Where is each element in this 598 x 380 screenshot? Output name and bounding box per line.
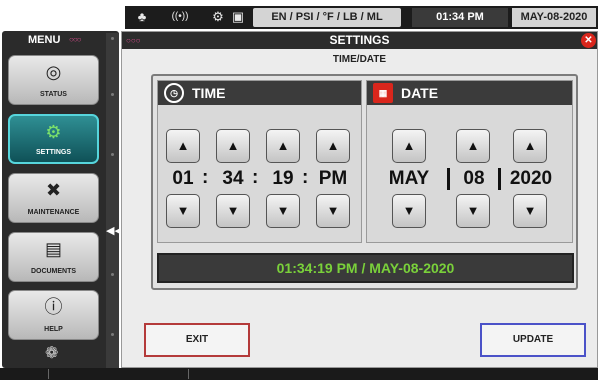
update-button[interactable]: UPDATE: [480, 323, 586, 357]
day-up-button[interactable]: ▲: [456, 129, 490, 163]
date-section-header: ▦ DATE: [367, 81, 572, 105]
status-time: 01:34 PM: [412, 8, 508, 27]
hour-value: 01: [172, 168, 194, 189]
time-separator: :: [302, 167, 309, 188]
date-section: ▦ DATE ▲ ▲ ▲ MAY 08 2020 ▼ ▼ ▼: [366, 80, 573, 243]
help-icon: ⓘ: [44, 297, 63, 317]
month-down-button[interactable]: ▼: [392, 194, 426, 228]
sidebar-item-label: MAINTENANCE: [27, 209, 80, 216]
sidebar-item-label: HELP: [44, 326, 63, 333]
cog-icon: ❁: [45, 345, 59, 362]
menu-title: MENU: [28, 34, 61, 46]
exit-button[interactable]: EXIT: [144, 323, 250, 357]
window-title: SETTINGS: [329, 33, 390, 47]
period-down-button[interactable]: ▼: [316, 194, 350, 228]
menu-header: MENU ○○○: [6, 33, 106, 47]
signal-icon: ((•)): [171, 11, 189, 22]
sidebar-item-status[interactable]: ◎ STATUS: [8, 55, 99, 105]
clock-icon: ◷: [164, 83, 184, 103]
year-down-button[interactable]: ▼: [513, 194, 547, 228]
sidebar-item-documents[interactable]: ▤ DOCUMENTS: [8, 232, 99, 282]
sidebar-item-label: DOCUMENTS: [30, 268, 77, 275]
hour-up-button[interactable]: ▲: [166, 129, 200, 163]
time-separator: :: [252, 167, 259, 188]
date-separator: [498, 168, 501, 190]
window-dots-icon: ○○○: [126, 36, 141, 45]
minute-value: 34: [222, 168, 244, 189]
status-date: MAY-08-2020: [512, 8, 596, 27]
gear-icon: ⚙: [45, 122, 62, 142]
second-down-button[interactable]: ▼: [266, 194, 300, 228]
month-up-button[interactable]: ▲: [392, 129, 426, 163]
time-date-panel: ◷ TIME ▲ ▲ ▲ ▲ 01 : 34 : 19 : PM ▼ ▼ ▼ ▼…: [151, 74, 578, 290]
sidebar-item-settings[interactable]: ⚙ SETTINGS: [8, 114, 99, 164]
document-icon: ▤: [44, 239, 62, 259]
settings-panel-icon: ▣: [231, 9, 245, 24]
day-value: 08: [463, 168, 485, 189]
collapse-sidebar-icon[interactable]: ◀◀: [106, 224, 123, 237]
time-section: ◷ TIME ▲ ▲ ▲ ▲ 01 : 34 : 19 : PM ▼ ▼ ▼ ▼: [157, 80, 362, 243]
microscope-icon: ⚙: [212, 9, 224, 24]
year-value: 2020: [509, 168, 553, 189]
time-section-header: ◷ TIME: [158, 81, 361, 105]
datetime-summary: 01:34:19 PM / MAY-08-2020: [157, 253, 574, 283]
month-value: MAY: [388, 168, 430, 189]
sidebar-menu: MENU ○○○ ◎ STATUS ⚙ SETTINGS ✖ MAINTENAN…: [2, 31, 123, 368]
period-up-button[interactable]: ▲: [316, 129, 350, 163]
minute-up-button[interactable]: ▲: [216, 129, 250, 163]
sidebar-item-maintenance[interactable]: ✖ MAINTENANCE: [8, 173, 99, 223]
year-up-button[interactable]: ▲: [513, 129, 547, 163]
date-separator: [447, 168, 450, 190]
leaf-icon: ♣: [137, 9, 147, 24]
close-button[interactable]: ✕: [581, 33, 596, 48]
page-subtitle: TIME/DATE: [332, 54, 387, 65]
time-separator: :: [202, 167, 209, 188]
sidebar-item-label: STATUS: [40, 91, 67, 98]
window-dots-icon: ○○○: [69, 35, 81, 44]
sidebar-resize-handle[interactable]: [106, 33, 119, 368]
second-up-button[interactable]: ▲: [266, 129, 300, 163]
date-section-title: DATE: [401, 85, 439, 101]
sidebar-item-label: SETTINGS: [35, 149, 71, 156]
window-titlebar: ○○○ SETTINGS: [122, 32, 597, 49]
status-bar: ♣ ((•)) ⚙ ▣ EN / PSI / °F / LB / ML 01:3…: [0, 0, 598, 29]
gauge-icon: ◎: [45, 62, 62, 82]
second-value: 19: [272, 168, 294, 189]
bottom-status-bar: [0, 368, 598, 380]
tools-icon: ✖: [45, 180, 62, 200]
calendar-icon: ▦: [373, 83, 393, 103]
units-indicator: EN / PSI / °F / LB / ML: [253, 8, 401, 27]
minute-down-button[interactable]: ▼: [216, 194, 250, 228]
hour-down-button[interactable]: ▼: [166, 194, 200, 228]
settings-window: ○○○ SETTINGS ✕ TIME/DATE ◷ TIME ▲ ▲ ▲ ▲ …: [121, 31, 598, 368]
period-value: PM: [318, 168, 348, 189]
day-down-button[interactable]: ▼: [456, 194, 490, 228]
sidebar-item-help[interactable]: ⓘ HELP: [8, 290, 99, 340]
time-section-title: TIME: [192, 85, 226, 101]
